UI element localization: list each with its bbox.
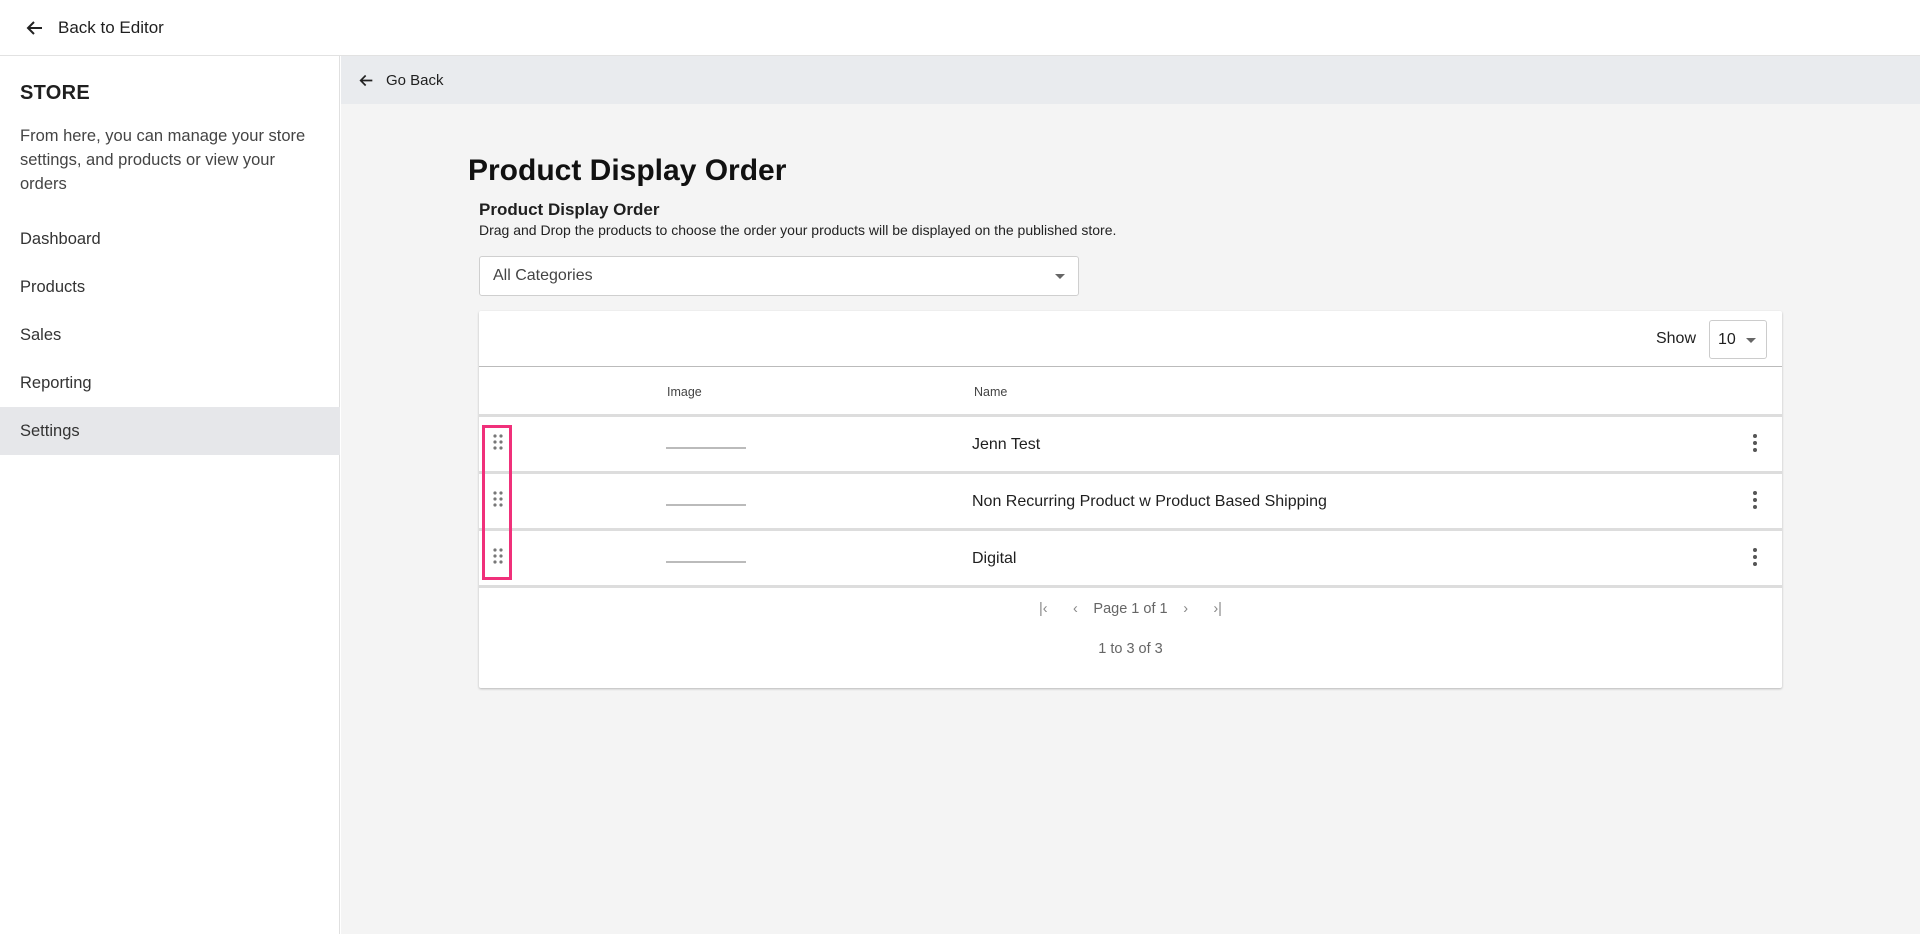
product-image-placeholder	[666, 504, 746, 506]
arrow-left-icon	[359, 74, 373, 86]
pagination: |‹ ‹ Page 1 of 1 › ›|	[479, 601, 1782, 617]
sidebar-item-reporting[interactable]: Reporting	[0, 359, 340, 407]
go-back-label: Go Back	[386, 71, 444, 89]
category-select[interactable]: All Categories	[479, 256, 1079, 296]
product-table: Show 10 Image Name Jenn Test Non Recurri…	[479, 311, 1782, 688]
table-row: Non Recurring Product w Product Based Sh…	[479, 474, 1782, 531]
more-vertical-icon[interactable]	[1750, 490, 1760, 510]
column-header-image: Image	[667, 385, 702, 399]
caret-down-icon	[1055, 274, 1065, 279]
arrow-left-icon	[26, 20, 42, 35]
back-to-editor-label: Back to Editor	[58, 17, 164, 37]
prev-page-button[interactable]: ‹	[1061, 601, 1089, 617]
page-label: Page 1 of 1	[1093, 601, 1168, 617]
sidebar-item-products[interactable]: Products	[0, 263, 340, 311]
product-name: Digital	[972, 550, 1017, 567]
drag-handle-icon[interactable]	[493, 547, 503, 565]
per-page-value: 10	[1718, 331, 1736, 348]
page-title: Product Display Order	[468, 154, 787, 187]
category-select-value: All Categories	[493, 267, 593, 284]
table-header: Image Name	[479, 367, 1782, 417]
per-page-select[interactable]: 10	[1709, 320, 1767, 359]
sidebar-item-dashboard[interactable]: Dashboard	[0, 215, 340, 263]
section-title: Product Display Order	[479, 200, 660, 219]
section-hint: Drag and Drop the products to choose the…	[479, 222, 1117, 238]
more-vertical-icon[interactable]	[1750, 547, 1760, 567]
sidebar-description: From here, you can manage your store set…	[20, 127, 306, 193]
sidebar-item-settings[interactable]: Settings	[0, 407, 340, 455]
first-page-button[interactable]: |‹	[1029, 601, 1057, 617]
sidebar-title: STORE	[20, 82, 91, 104]
back-to-editor-button[interactable]: Back to Editor	[0, 0, 1920, 56]
drag-handle-icon[interactable]	[493, 433, 503, 451]
table-toolbar: Show 10	[479, 311, 1782, 367]
product-image-placeholder	[666, 561, 746, 563]
last-page-button[interactable]: ›|	[1204, 601, 1232, 617]
table-row: Digital	[479, 531, 1782, 588]
sidebar-item-sales[interactable]: Sales	[0, 311, 340, 359]
next-page-button[interactable]: ›	[1172, 601, 1200, 617]
column-header-name: Name	[974, 385, 1008, 399]
main-content: Go Back Product Display Order Product Di…	[341, 56, 1920, 934]
product-name: Non Recurring Product w Product Based Sh…	[972, 493, 1327, 510]
more-vertical-icon[interactable]	[1750, 433, 1760, 453]
sidebar: STORE From here, you can manage your sto…	[0, 56, 340, 934]
drag-handle-icon[interactable]	[493, 490, 503, 508]
product-name: Jenn Test	[972, 436, 1041, 453]
go-back-button[interactable]: Go Back	[341, 56, 1920, 104]
caret-down-icon	[1746, 338, 1756, 343]
table-row: Jenn Test	[479, 417, 1782, 474]
show-label: Show	[1655, 330, 1696, 347]
row-count: 1 to 3 of 3	[1098, 641, 1163, 657]
product-image-placeholder	[666, 447, 746, 449]
